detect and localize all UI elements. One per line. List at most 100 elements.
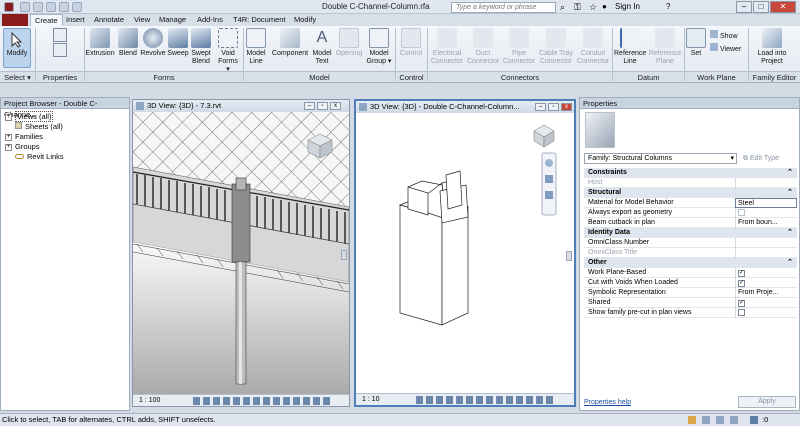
expand-icon[interactable]: + [5, 143, 12, 151]
prop-row-shared[interactable]: Shared ✓ [584, 298, 797, 308]
view-minimize-button[interactable]: – [304, 102, 315, 110]
view-close-button[interactable]: x [561, 103, 572, 111]
tree-item-revit-links[interactable]: Revit Links [15, 152, 64, 162]
navigation-bar[interactable] [541, 152, 557, 216]
prop-row-cut-with-voids[interactable]: Cut with Voids When Loaded ✓ [584, 278, 797, 288]
omniclass-number-value[interactable] [735, 238, 797, 248]
tab-modify[interactable]: Modify [290, 14, 320, 26]
view-scale[interactable]: 1 : 10 [362, 396, 380, 403]
prop-row-export-geometry[interactable]: Always export as geometry [584, 208, 797, 218]
tree-item-families[interactable]: + Families [5, 132, 43, 142]
revit-app-icon[interactable] [4, 2, 14, 12]
prop-row-material[interactable]: Material for Model Behavior Steel [584, 198, 797, 208]
tab-add-ins[interactable]: Add-Ins [193, 14, 227, 26]
sign-in-link[interactable]: Sign In [615, 2, 640, 11]
search-input[interactable]: Type a keyword or phrase [451, 2, 556, 13]
viewcube-icon[interactable] [533, 124, 555, 148]
section-other[interactable]: Other ⌃ [584, 258, 797, 268]
tab-annotate[interactable]: Annotate [90, 14, 128, 26]
view-3d-project[interactable]: 3D View: {3D} - 7.3.rvt – ▫ x 1: 100 [132, 99, 350, 407]
blend-button[interactable]: Blend [117, 28, 139, 58]
user-icon[interactable]: ● [602, 2, 607, 11]
prop-row-show-precut[interactable]: Show family pre-cut in plan views [584, 308, 797, 318]
prop-row-work-plane-based[interactable]: Work Plane-Based ✓ [584, 268, 797, 278]
close-button[interactable]: ✕ [770, 1, 796, 13]
cable-tray-connector-button[interactable]: Cable Tray Connector [537, 28, 575, 66]
beam-cutback-value[interactable]: From boun... [735, 218, 797, 228]
opening-button[interactable]: Opening [334, 28, 364, 58]
swept-blend-button[interactable]: Swept Blend [189, 28, 213, 66]
expand-icon[interactable]: + [5, 133, 12, 141]
prop-row-symbolic-representation[interactable]: Symbolic Representation From Proje... [584, 288, 797, 298]
conduit-connector-button[interactable]: Conduit Connector [576, 28, 610, 66]
view-scale[interactable]: 1 : 100 [139, 397, 160, 404]
work-plane-based-checkbox[interactable]: ✓ [738, 270, 745, 277]
model-line-button[interactable]: Model Line [245, 28, 267, 66]
tree-item-groups[interactable]: + Groups [5, 142, 40, 152]
view-controls-icons[interactable] [416, 396, 556, 404]
project-model-canvas[interactable] [133, 112, 349, 394]
filter-icon[interactable] [750, 416, 758, 424]
sweep-button[interactable]: Sweep [167, 28, 189, 58]
tab-insert[interactable]: Insert [62, 14, 89, 26]
pipe-connector-button[interactable]: Pipe Connector [502, 28, 536, 66]
tab-view[interactable]: View [130, 14, 154, 26]
prop-row-beam-cutback[interactable]: Beam cutback in plan From boun... [584, 218, 797, 228]
cut-with-voids-checkbox[interactable]: ✓ [738, 280, 745, 287]
select-links-icon[interactable] [716, 416, 724, 424]
undo-icon[interactable] [46, 2, 56, 12]
save-icon[interactable] [33, 2, 43, 12]
select-group-label[interactable]: Select ▾ [0, 71, 35, 82]
help-icon[interactable]: ? [666, 2, 670, 11]
section-constraints[interactable]: Constraints ⌃ [584, 168, 797, 178]
minimize-button[interactable]: – [736, 1, 752, 13]
tab-manage[interactable]: Manage [155, 14, 190, 26]
electrical-connector-button[interactable]: Electrical Connector [428, 28, 466, 66]
print-icon[interactable] [72, 2, 82, 12]
open-icon[interactable] [20, 2, 30, 12]
apply-button[interactable]: Apply [738, 396, 796, 408]
section-structural[interactable]: Structural ⌃ [584, 188, 797, 198]
reference-line-button[interactable]: Reference Line [614, 28, 646, 66]
family-model-canvas[interactable] [356, 113, 574, 393]
maximize-button[interactable]: □ [753, 1, 769, 13]
viewer-button[interactable]: Viewer [710, 43, 746, 54]
symbolic-representation-value[interactable]: From Proje... [735, 288, 797, 298]
select-underlay-icon[interactable] [730, 416, 738, 424]
properties-help-link[interactable]: Properties help [584, 399, 631, 406]
scroll-handle[interactable] [566, 251, 572, 261]
view-controls-icons[interactable] [193, 397, 333, 405]
material-field[interactable]: Steel [735, 198, 797, 208]
redo-icon[interactable] [59, 2, 69, 12]
prop-row-omniclass-number[interactable]: OmniClass Number [584, 238, 797, 248]
design-options-icon[interactable] [702, 416, 710, 424]
model-text-button[interactable]: A Model Text [311, 28, 333, 66]
load-into-project-button[interactable]: Load into Project [752, 28, 792, 66]
app-menu-button[interactable] [2, 14, 28, 26]
revolve-button[interactable]: Revolve [140, 28, 166, 58]
extrusion-button[interactable]: Extrusion [85, 28, 115, 58]
expand-icon[interactable]: + [5, 113, 12, 121]
component-button[interactable]: Component [270, 28, 310, 58]
export-geometry-checkbox[interactable] [738, 209, 745, 216]
scroll-handle[interactable] [341, 250, 347, 260]
binoculars-icon[interactable]: ⌕ [560, 2, 565, 13]
show-precut-checkbox[interactable] [738, 309, 745, 316]
model-group-button[interactable]: Model Group ▾ [366, 28, 392, 66]
tab-t4r-document[interactable]: T4R: Document [229, 14, 290, 26]
view-restore-button[interactable]: ▫ [317, 102, 328, 110]
view-restore-button[interactable]: ▫ [548, 103, 559, 111]
family-dropdown[interactable]: Family: Structural Columns ▾ [584, 153, 737, 164]
worksets-icon[interactable] [688, 416, 696, 424]
view-minimize-button[interactable]: – [535, 103, 546, 111]
modify-button[interactable]: Modify [3, 28, 31, 68]
tree-item-views[interactable]: + Views (all) [5, 111, 54, 122]
void-forms-button[interactable]: Void Forms ▾ [216, 28, 240, 74]
tab-create[interactable]: Create [30, 14, 63, 26]
view-3d-family[interactable]: 3D View: {3D} - Double C-Channel-Column.… [354, 99, 576, 407]
show-work-plane-button[interactable]: Show [710, 30, 746, 41]
view-close-button[interactable]: x [330, 102, 341, 110]
edit-type-button[interactable]: ⧉ Edit Type [743, 153, 779, 164]
set-work-plane-button[interactable]: Set [686, 28, 706, 58]
reference-plane-button[interactable]: Reference Plane [648, 28, 682, 66]
